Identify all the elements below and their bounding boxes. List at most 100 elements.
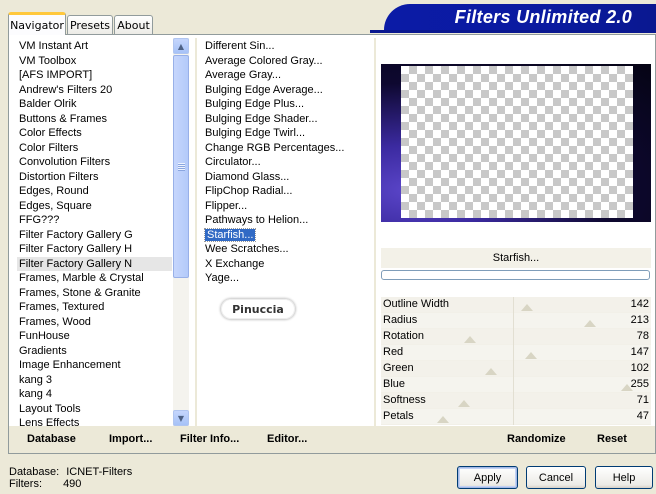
category-item[interactable]: Frames, Wood bbox=[17, 315, 172, 330]
filters-count-status: Filters: 490 bbox=[9, 478, 82, 490]
slider-blue[interactable]: Blue 255 bbox=[381, 377, 651, 393]
filter-item[interactable]: X Exchange bbox=[203, 257, 373, 272]
slider-thumb[interactable] bbox=[525, 352, 538, 359]
slider-rotation[interactable]: Rotation 78 bbox=[381, 329, 651, 345]
filter-item[interactable]: Flipper... bbox=[203, 199, 373, 214]
slider-thumb[interactable] bbox=[520, 304, 533, 311]
slider-value: 255 bbox=[630, 378, 649, 390]
slider-thumb[interactable] bbox=[436, 416, 449, 423]
randomize-button[interactable]: Randomize bbox=[507, 433, 566, 445]
title-underline bbox=[370, 30, 656, 33]
slider-label: Rotation bbox=[383, 330, 424, 342]
tab-navigator[interactable]: Navigator bbox=[8, 12, 66, 35]
tab-label: Presets bbox=[69, 18, 111, 32]
filter-item[interactable]: Bulging Edge Shader... bbox=[203, 112, 373, 127]
column-divider bbox=[195, 38, 197, 426]
category-item[interactable]: [AFS IMPORT] bbox=[17, 68, 172, 83]
slider-value: 213 bbox=[630, 314, 649, 326]
category-item[interactable]: Filter Factory Gallery H bbox=[17, 242, 172, 257]
progress-bar bbox=[381, 270, 650, 280]
cancel-button[interactable]: Cancel bbox=[526, 466, 586, 489]
slider-value: 71 bbox=[636, 394, 649, 406]
pinuccia-logo: Pinuccia bbox=[221, 299, 295, 319]
category-scrollbar[interactable]: ▲ ▼ bbox=[173, 38, 189, 426]
database-button[interactable]: Database bbox=[27, 433, 76, 445]
category-item[interactable]: Frames, Stone & Granite bbox=[17, 286, 172, 301]
slider-thumb[interactable] bbox=[457, 400, 470, 407]
category-item[interactable]: FFG??? bbox=[17, 213, 172, 228]
category-item[interactable]: FunHouse bbox=[17, 329, 172, 344]
category-item[interactable]: Layout Tools bbox=[17, 402, 172, 417]
category-item[interactable]: Filter Factory Gallery G bbox=[17, 228, 172, 243]
category-item[interactable]: Color Effects bbox=[17, 126, 172, 141]
tab-label: About bbox=[117, 18, 150, 32]
category-item[interactable]: Image Enhancement bbox=[17, 358, 172, 373]
category-item[interactable]: Buttons & Frames bbox=[17, 112, 172, 127]
import-button[interactable]: Import... bbox=[109, 433, 152, 445]
slider-value: 102 bbox=[630, 362, 649, 374]
slider-radius[interactable]: Radius 213 bbox=[381, 313, 651, 329]
slider-value: 47 bbox=[636, 410, 649, 422]
category-item[interactable]: kang 3 bbox=[17, 373, 172, 388]
slider-outline-width[interactable]: Outline Width 142 bbox=[381, 297, 651, 313]
current-filter-label: Starfish... bbox=[381, 248, 651, 268]
scroll-down-button[interactable]: ▼ bbox=[173, 410, 189, 426]
category-item[interactable]: Balder Olrik bbox=[17, 97, 172, 112]
apply-button[interactable]: Apply bbox=[457, 466, 518, 489]
category-item[interactable]: Color Filters bbox=[17, 141, 172, 156]
slider-label: Outline Width bbox=[383, 298, 450, 310]
filter-item[interactable]: Different Sin... bbox=[203, 39, 373, 54]
category-item[interactable]: Edges, Round bbox=[17, 184, 172, 199]
scroll-thumb[interactable] bbox=[173, 55, 189, 278]
slider-label: Blue bbox=[383, 378, 406, 390]
slider-green[interactable]: Green 102 bbox=[381, 361, 651, 377]
tab-presets[interactable]: Presets bbox=[67, 15, 113, 34]
parameter-sliders: Outline Width 142 Radius 213 Rotation 78 Red 14… bbox=[381, 297, 651, 425]
category-item[interactable]: Frames, Marble & Crystal bbox=[17, 271, 172, 286]
category-item[interactable]: Filter Factory Gallery N bbox=[17, 256, 172, 271]
filter-list[interactable]: Different Sin... Average Colored Gray... A… bbox=[203, 39, 373, 286]
scroll-up-button[interactable]: ▲ bbox=[173, 38, 189, 54]
category-item[interactable]: Frames, Textured bbox=[17, 300, 172, 315]
filter-item[interactable]: Diamond Glass... bbox=[203, 170, 373, 185]
database-status: Database: ICNET-Filters bbox=[9, 466, 133, 478]
category-item[interactable]: VM Instant Art bbox=[17, 39, 172, 54]
filter-item[interactable]: Yage... bbox=[203, 271, 373, 286]
category-list[interactable]: VM Instant Art VM Toolbox [AFS IMPORT] Andr… bbox=[17, 39, 172, 431]
column-divider bbox=[374, 38, 376, 426]
category-item[interactable]: kang 4 bbox=[17, 387, 172, 402]
category-item[interactable]: Edges, Square bbox=[17, 199, 172, 214]
tab-about[interactable]: About bbox=[114, 15, 153, 34]
filter-item[interactable]: Change RGB Percentages... bbox=[203, 141, 373, 156]
slider-value: 142 bbox=[630, 298, 649, 310]
slider-value: 147 bbox=[630, 346, 649, 358]
reset-button[interactable]: Reset bbox=[597, 433, 627, 445]
category-item[interactable]: Distortion Filters bbox=[17, 170, 172, 185]
filter-item[interactable]: Pathways to Helion... bbox=[203, 213, 373, 228]
filter-item[interactable]: Bulging Edge Twirl... bbox=[203, 126, 373, 141]
filter-item[interactable]: Bulging Edge Average... bbox=[203, 83, 373, 98]
slider-petals[interactable]: Petals 47 bbox=[381, 409, 651, 425]
category-item[interactable]: Gradients bbox=[17, 344, 172, 359]
filter-item[interactable]: Bulging Edge Plus... bbox=[203, 97, 373, 112]
slider-thumb[interactable] bbox=[583, 320, 596, 327]
slider-red[interactable]: Red 147 bbox=[381, 345, 651, 361]
filter-item[interactable]: FlipChop Radial... bbox=[203, 184, 373, 199]
transparency-checker bbox=[401, 66, 633, 218]
filter-info-button[interactable]: Filter Info... bbox=[180, 433, 239, 445]
filter-item[interactable]: Starfish... bbox=[203, 227, 373, 243]
filter-item[interactable]: Wee Scratches... bbox=[203, 242, 373, 257]
help-button[interactable]: Help bbox=[595, 466, 653, 489]
category-item[interactable]: VM Toolbox bbox=[17, 54, 172, 69]
slider-thumb[interactable] bbox=[485, 368, 498, 375]
filter-item[interactable]: Circulator... bbox=[203, 155, 373, 170]
filter-item[interactable]: Average Colored Gray... bbox=[203, 54, 373, 69]
slider-label: Red bbox=[383, 346, 404, 358]
filter-item[interactable]: Average Gray... bbox=[203, 68, 373, 83]
slider-label: Softness bbox=[383, 394, 426, 406]
category-item[interactable]: Convolution Filters bbox=[17, 155, 172, 170]
editor-button[interactable]: Editor... bbox=[267, 433, 307, 445]
slider-softness[interactable]: Softness 71 bbox=[381, 393, 651, 409]
category-item[interactable]: Andrew's Filters 20 bbox=[17, 83, 172, 98]
slider-thumb[interactable] bbox=[464, 336, 477, 343]
